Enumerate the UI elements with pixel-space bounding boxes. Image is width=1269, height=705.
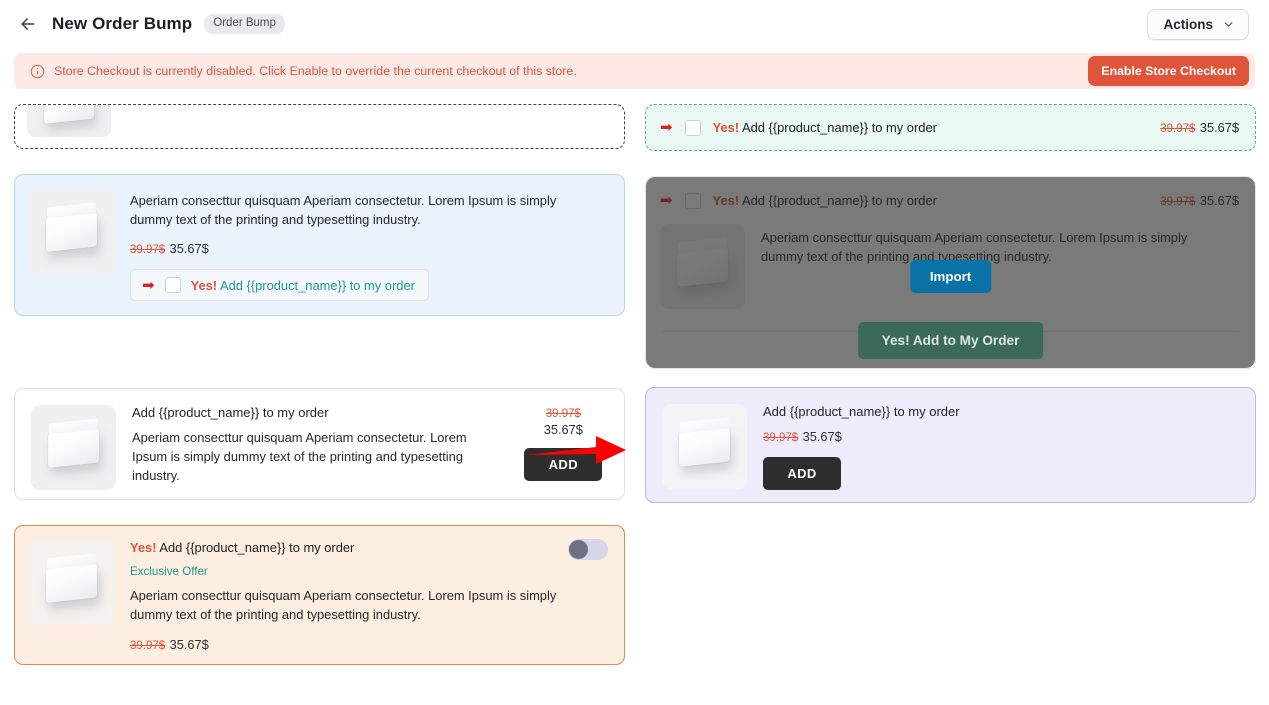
template-grid: Aperiam consecttur quisquam Aperiam cons… (0, 104, 1269, 705)
template-card-dashed-cutoff[interactable] (14, 104, 625, 149)
price-original: 39.97$ (130, 640, 165, 652)
template-card-blue-checkbox[interactable]: Aperiam consecttur quisquam Aperiam cons… (14, 174, 625, 316)
page-header: New Order Bump Order Bump Actions (0, 0, 1269, 48)
yes-word: Yes! (191, 278, 218, 293)
price-row: 39.97$ 35.67$ (130, 240, 610, 258)
yes-add-label: Yes! Add {{product_name}} to my order (191, 278, 415, 293)
price-discounted: 35.67$ (1200, 120, 1239, 135)
card-body: Aperiam consecttur quisquam Aperiam cons… (130, 189, 610, 301)
back-button[interactable] (14, 10, 42, 38)
add-button[interactable]: ADD (763, 457, 841, 490)
product-description: Aperiam consecttur quisquam Aperiam cons… (130, 191, 598, 229)
actions-button-label: Actions (1163, 17, 1213, 32)
page-title: New Order Bump (52, 14, 192, 34)
product-title: Add {{product_name}} to my order (132, 405, 503, 420)
yes-add-to-my-order-button[interactable]: Yes! Add to My Order (858, 322, 1044, 359)
card-body: Add {{product_name}} to my order Aperiam… (132, 405, 503, 485)
product-box-thumbnail (31, 405, 116, 490)
template-card-hovered-import[interactable]: ➡ Yes! Add {{product_name}} to my order … (645, 176, 1256, 369)
price-discounted: 35.67$ (170, 241, 209, 256)
left-column: Aperiam consecttur quisquam Aperiam cons… (14, 104, 625, 665)
card-body: Add {{product_name}} to my order 39.97$ … (763, 404, 960, 490)
price-discounted: 35.67$ (803, 429, 842, 444)
product-description: Aperiam consecttur quisquam Aperiam cons… (132, 428, 503, 485)
offer-toggle-switch[interactable] (568, 539, 608, 560)
add-phrase: Add {{product_name}} to my order (220, 278, 415, 293)
template-card-teal-dashed[interactable]: ➡ Yes! Add {{product_name}} to my order … (645, 104, 1256, 151)
arrow-left-icon (18, 14, 38, 34)
product-box-thumbnail (29, 189, 114, 274)
yes-add-checkbox-row[interactable]: ➡ Yes! Add {{product_name}} to my order (130, 269, 429, 301)
arrow-right-icon: ➡ (660, 120, 673, 135)
store-checkout-alert: Store Checkout is currently disabled. Cl… (14, 53, 1255, 89)
add-phrase: Add {{product_name}} to my order (742, 120, 937, 135)
template-card-white-add[interactable]: Add {{product_name}} to my order Aperiam… (14, 388, 625, 500)
alert-message: Store Checkout is currently disabled. Cl… (54, 64, 577, 78)
info-circle-icon (30, 64, 45, 79)
product-description: Aperiam consecttur quisquam Aperiam cons… (130, 586, 602, 624)
card-body: Yes! Add {{product_name}} to my order Ex… (130, 540, 610, 650)
enable-store-checkout-button[interactable]: Enable Store Checkout (1088, 56, 1249, 86)
price-row: 39.97$ 35.67$ (1160, 119, 1239, 137)
price-original: 39.97$ (1160, 123, 1195, 135)
actions-button[interactable]: Actions (1147, 9, 1249, 40)
price-row: 39.97$ 35.67$ (130, 636, 610, 654)
price-original: 39.97$ (763, 432, 798, 444)
product-box-thumbnail (662, 404, 747, 489)
add-button[interactable]: ADD (524, 448, 602, 481)
chevron-down-icon (1222, 18, 1235, 31)
product-title: Add {{product_name}} to my order (763, 404, 960, 419)
price-original: 39.97$ (130, 244, 165, 256)
price-original: 39.97$ (519, 408, 608, 420)
yes-add-checkbox-row[interactable]: ➡ Yes! Add {{product_name}} to my order (660, 120, 937, 136)
page-type-badge: Order Bump (204, 14, 285, 34)
template-card-lavender-add[interactable]: Add {{product_name}} to my order 39.97$ … (645, 387, 1256, 503)
add-phrase: Add {{product_name}} to my order (159, 540, 354, 555)
product-box-thumbnail (29, 540, 114, 625)
price-row: 39.97$ 35.67$ (763, 428, 960, 446)
template-card-peach-toggle[interactable]: Yes! Add {{product_name}} to my order Ex… (14, 525, 625, 665)
price-discounted: 35.67$ (519, 422, 608, 437)
exclusive-offer-label: Exclusive Offer (130, 565, 610, 578)
product-box-thumbnail (27, 104, 111, 137)
yes-add-label: Yes! Add {{product_name}} to my order (713, 120, 937, 135)
checkbox-unchecked-icon[interactable] (685, 120, 701, 136)
checkbox-unchecked-icon[interactable] (165, 277, 181, 293)
toggle-knob (569, 540, 588, 559)
yes-add-label: Yes! Add {{product_name}} to my order (130, 540, 610, 555)
yes-word: Yes! (713, 120, 740, 135)
price-discounted: 35.67$ (170, 637, 209, 652)
import-button[interactable]: Import (910, 260, 991, 293)
price-and-action: 39.97$ 35.67$ ADD (519, 405, 608, 481)
right-column: ➡ Yes! Add {{product_name}} to my order … (645, 104, 1256, 503)
arrow-right-icon: ➡ (142, 278, 155, 293)
yes-word: Yes! (130, 540, 157, 555)
